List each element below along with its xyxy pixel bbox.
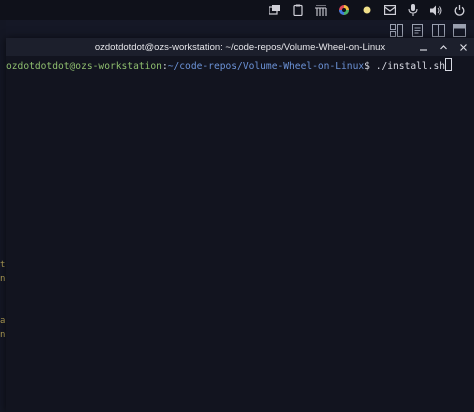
text-cursor	[445, 58, 452, 71]
document-icon[interactable]	[411, 24, 424, 37]
window-tile-icon[interactable]	[432, 24, 445, 37]
typed-command: ./install.sh	[375, 61, 445, 72]
clipboard-icon[interactable]	[291, 3, 305, 17]
power-icon[interactable]	[452, 3, 466, 17]
volume-icon[interactable]	[429, 3, 443, 17]
terminal-window[interactable]: ozdotdotdot@ozs-workstation: ~/code-repo…	[6, 38, 474, 412]
microphone-icon[interactable]	[406, 3, 420, 17]
window-controls	[418, 38, 468, 56]
minimize-icon[interactable]	[418, 42, 428, 52]
prompt-symbol: $	[364, 61, 376, 72]
maximize-icon[interactable]	[438, 42, 448, 52]
system-tray	[268, 3, 466, 17]
network-activity-icon[interactable]	[314, 3, 328, 17]
prompt-path: ~/code-repos/Volume-Wheel-on-Linux	[167, 61, 365, 72]
close-icon[interactable]	[458, 42, 468, 52]
desktop-tool-icons	[390, 24, 466, 37]
panel-icon[interactable]	[453, 24, 466, 37]
window-title: ozdotdotdot@ozs-workstation: ~/code-repo…	[94, 41, 386, 53]
layout-grid-icon[interactable]	[390, 24, 403, 37]
color-picker-icon[interactable]	[337, 3, 351, 17]
top-panel	[0, 0, 474, 20]
window-titlebar[interactable]: ozdotdotdot@ozs-workstation: ~/code-repo…	[6, 38, 474, 56]
mail-icon[interactable]	[383, 3, 397, 17]
prompt-user-host: ozdotdotdot@ozs-workstation	[6, 61, 162, 72]
terminal-output[interactable]: ozdotdotdot@ozs-workstation:~/code-repos…	[6, 56, 474, 412]
notification-dot-icon[interactable]	[360, 3, 374, 17]
window-switcher-icon[interactable]	[268, 3, 282, 17]
